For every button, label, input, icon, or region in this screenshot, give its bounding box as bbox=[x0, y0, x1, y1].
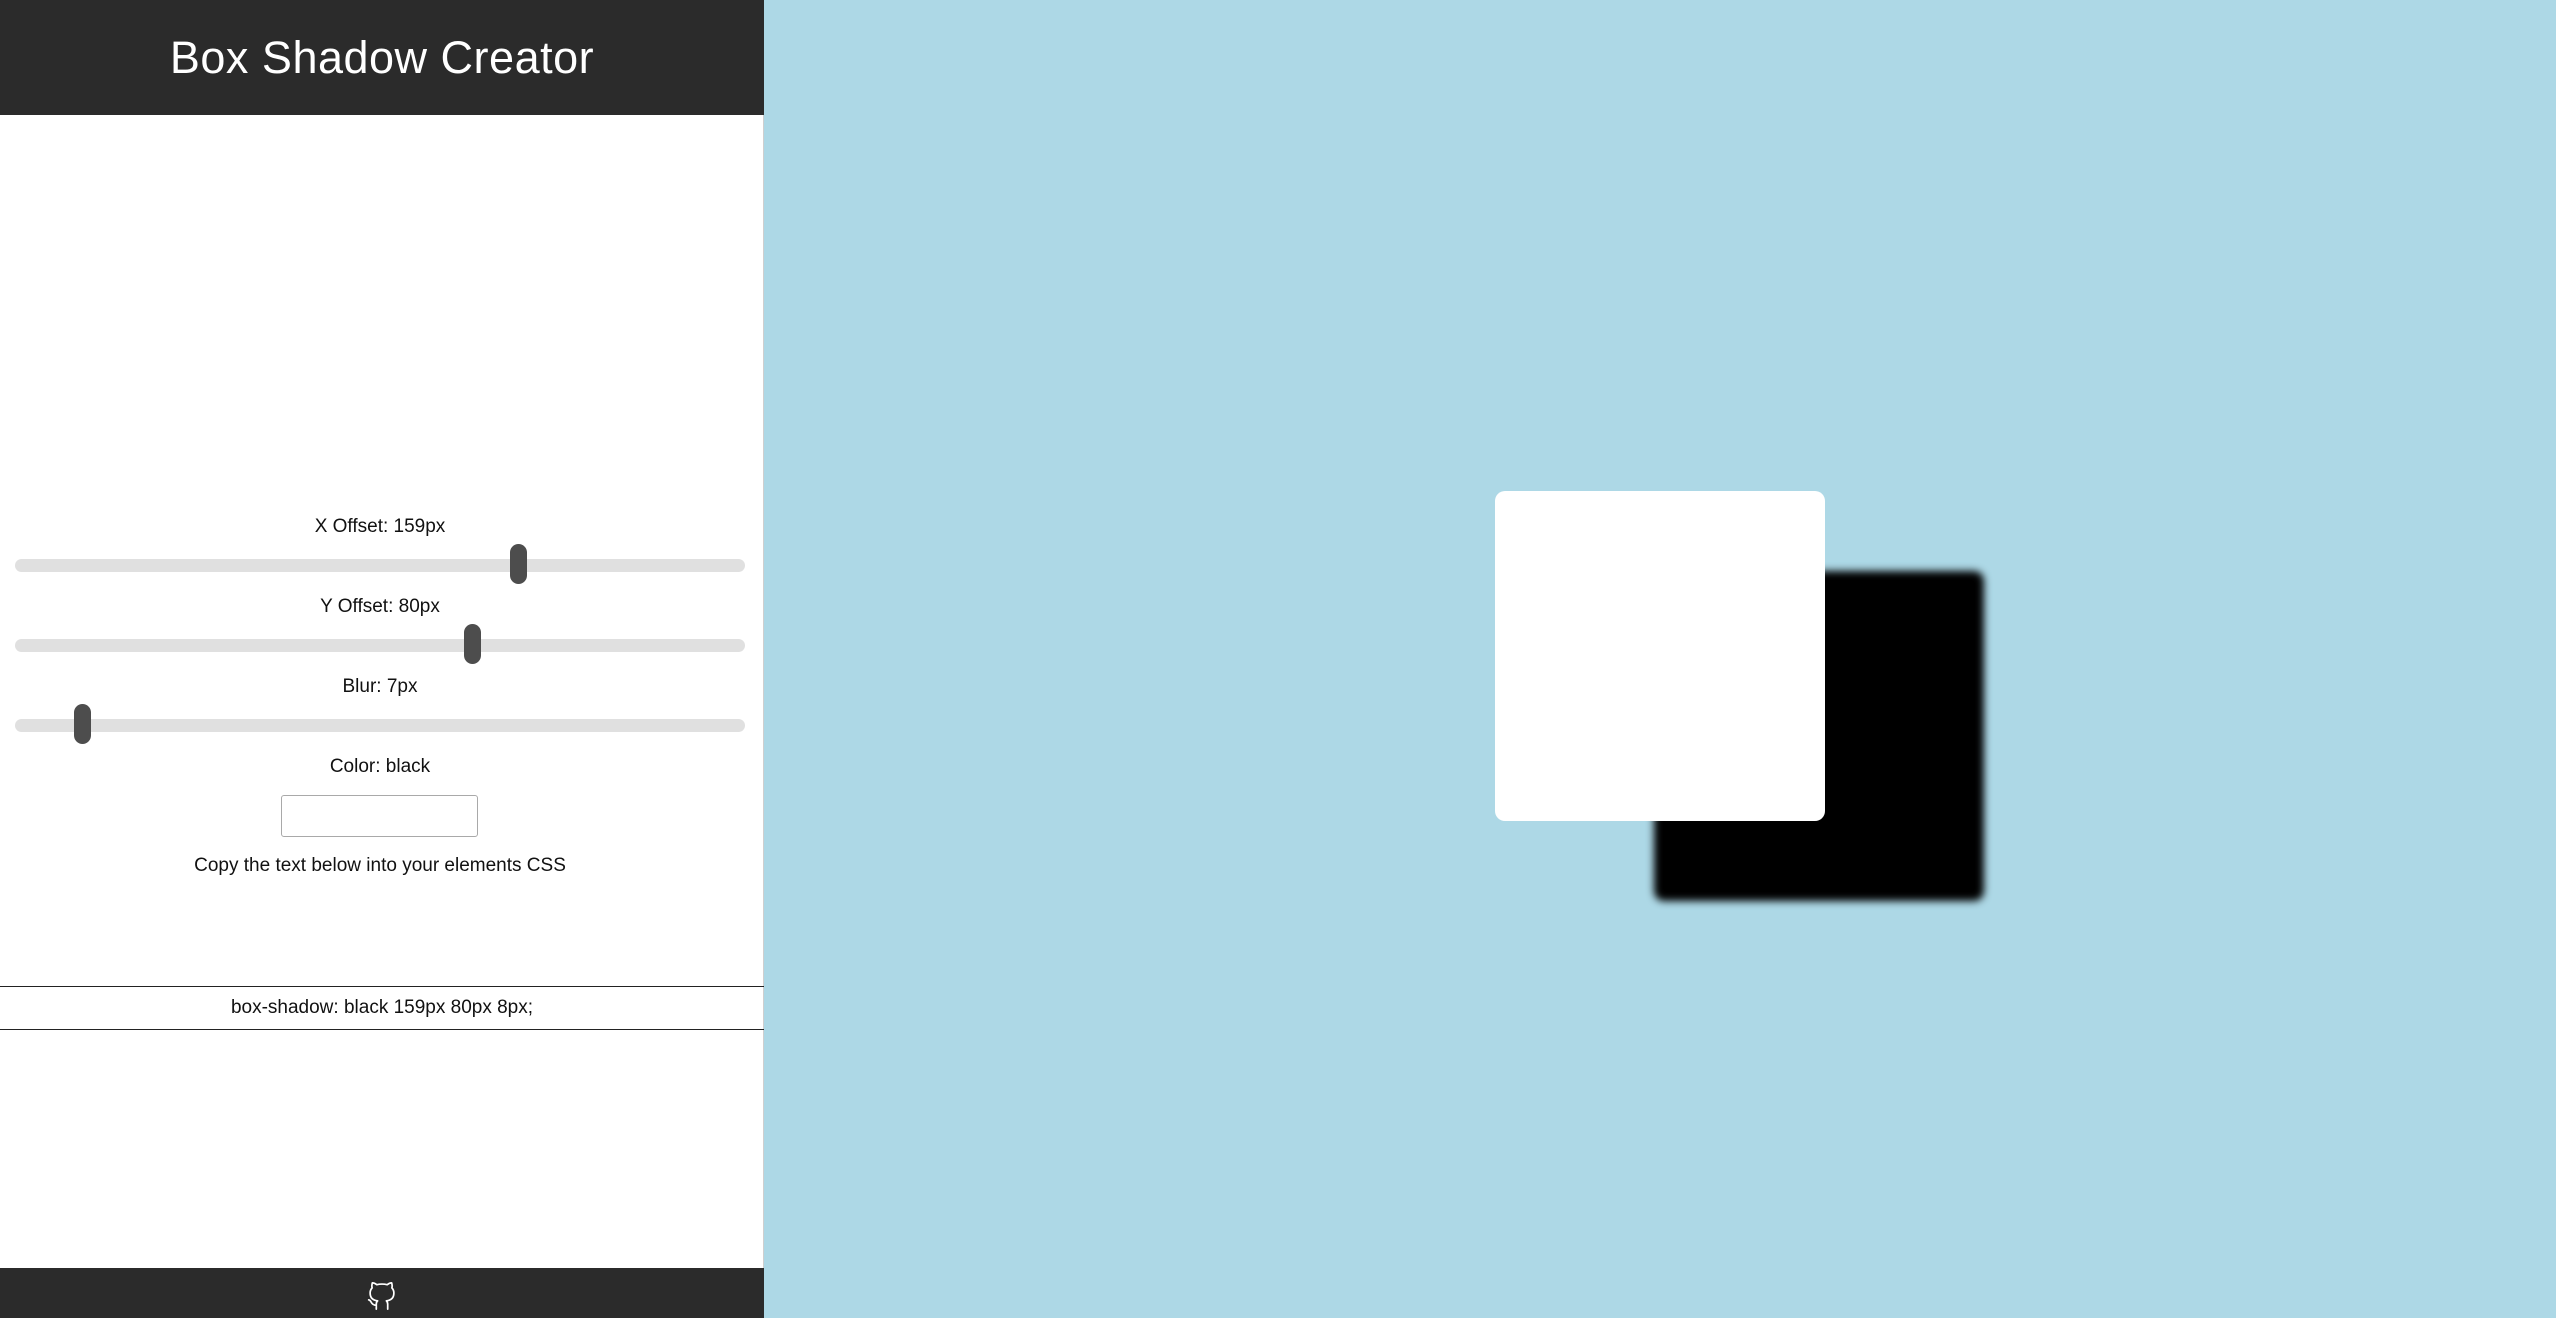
github-icon[interactable] bbox=[363, 1274, 401, 1312]
x-offset-label: X Offset: 159px bbox=[314, 516, 446, 537]
control-panel: Box Shadow Creator X Offset: 159px Y Off… bbox=[0, 0, 764, 1318]
preview-box bbox=[1495, 491, 1825, 821]
preview-area bbox=[764, 0, 2556, 1318]
y-offset-slider-track[interactable] bbox=[15, 639, 745, 652]
x-offset-slider-track[interactable] bbox=[15, 559, 745, 572]
x-offset-slider[interactable] bbox=[15, 544, 745, 584]
color-input[interactable] bbox=[281, 795, 478, 837]
css-output[interactable]: box-shadow: black 159px 80px 8px; bbox=[0, 986, 764, 1030]
page-title: Box Shadow Creator bbox=[169, 31, 595, 83]
x-offset-slider-thumb[interactable] bbox=[509, 544, 527, 584]
blur-slider[interactable] bbox=[15, 704, 745, 744]
copy-hint: Copy the text below into your elements C… bbox=[194, 855, 566, 876]
color-label: Color: black bbox=[329, 756, 431, 777]
blur-label: Blur: 7px bbox=[342, 676, 418, 697]
app: Box Shadow Creator X Offset: 159px Y Off… bbox=[0, 0, 2556, 1318]
y-offset-slider[interactable] bbox=[15, 624, 745, 664]
blur-slider-track[interactable] bbox=[15, 719, 745, 732]
blur-slider-thumb[interactable] bbox=[74, 704, 92, 744]
y-offset-label: Y Offset: 80px bbox=[320, 596, 440, 617]
y-offset-slider-thumb[interactable] bbox=[464, 624, 482, 664]
app-footer bbox=[0, 1268, 764, 1318]
app-header: Box Shadow Creator bbox=[0, 0, 764, 115]
